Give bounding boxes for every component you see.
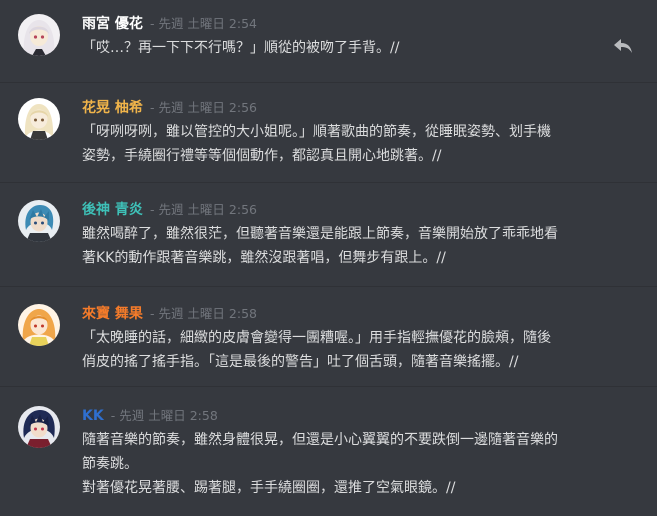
chat-message: 花晃 柚希 - 先週 土曜日 2:56 「呀咧呀咧，雖以管控的大小姐呢。」順著歌… xyxy=(0,98,657,168)
message-line: 俏皮的搖了搖手指。「這是最後的警告」吐了個舌頭，隨著音樂搖擺。// xyxy=(82,354,519,370)
message-content: 隨著音樂的節奏，雖然身體很晃，但還是小心翼翼的不要跌倒一邊隨著音樂的 節奏跳。 … xyxy=(82,428,642,500)
message-line: 「哎…？再一下下不行嗎？」順從的被吻了手背。// xyxy=(82,40,400,56)
divider xyxy=(0,82,657,83)
message-line: 對著優花晃著腰、踢著腿，手手繞圈圈，還推了空氣眼鏡。// xyxy=(82,480,456,496)
chat-message: 後神 青炎 - 先週 土曜日 2:56 雖然喝醉了，雖然很茫，但聽著音樂還是能跟… xyxy=(0,200,657,270)
message-line: 著KK的動作跟著音樂跳，雖然沒跟著唱，但舞步有跟上。// xyxy=(82,250,446,266)
divider xyxy=(0,182,657,183)
author-name[interactable]: 花晃 柚希 xyxy=(82,100,143,116)
avatar[interactable] xyxy=(18,98,60,140)
message-content: 「哎…？再一下下不行嗎？」順從的被吻了手背。// xyxy=(82,36,642,60)
author-name[interactable]: 來寶 舞果 xyxy=(82,306,143,322)
dark-hair-boy-avatar-icon xyxy=(18,406,60,448)
timestamp: - 先週 土曜日 2:54 xyxy=(149,16,257,31)
author-name[interactable]: 後神 青炎 xyxy=(82,202,143,218)
message-line: 雖然喝醉了，雖然很茫，但聽著音樂還是能跟上節奏，音樂開始放了乖乖地看 xyxy=(82,226,558,242)
message-content: 「太晚睡的話，細緻的皮膚會變得一團糟喔。」用手指輕撫優花的臉頰，隨後 俏皮的搖了… xyxy=(82,326,642,374)
avatar[interactable] xyxy=(18,406,60,448)
message-line: 「呀咧呀咧，雖以管控的大小姐呢。」順著歌曲的節奏，從睡眠姿勢、划手機 xyxy=(82,124,551,140)
white-hair-girl-avatar-icon xyxy=(18,14,60,56)
blonde-girl-avatar-icon xyxy=(18,98,60,140)
message-line: 姿勢，手繞圈行禮等等個個動作，都認真且開心地跳著。// xyxy=(82,148,442,164)
divider xyxy=(0,286,657,287)
chat-message: 來寶 舞果 - 先週 土曜日 2:58 「太晚睡的話，細緻的皮膚會變得一團糟喔。… xyxy=(0,304,657,374)
blue-hair-boy-avatar-icon xyxy=(18,200,60,242)
timestamp: - 先週 土曜日 2:58 xyxy=(110,408,218,423)
message-line: 「太晚睡的話，細緻的皮膚會變得一團糟喔。」用手指輕撫優花的臉頰，隨後 xyxy=(82,330,551,346)
chat-message: 雨宮 優花 - 先週 土曜日 2:54 「哎…？再一下下不行嗎？」順從的被吻了手… xyxy=(0,14,657,74)
chat-message: KK - 先週 土曜日 2:58 隨著音樂的節奏，雖然身體很晃，但還是小心翼翼的… xyxy=(0,406,657,506)
message-line: 節奏跳。 xyxy=(82,456,138,472)
author-name[interactable]: KK xyxy=(82,408,104,424)
timestamp: - 先週 土曜日 2:56 xyxy=(149,100,257,115)
message-line: 隨著音樂的節奏，雖然身體很晃，但還是小心翼翼的不要跌倒一邊隨著音樂的 xyxy=(82,432,558,448)
avatar[interactable] xyxy=(18,14,60,56)
avatar[interactable] xyxy=(18,200,60,242)
avatar[interactable] xyxy=(18,304,60,346)
message-content: 雖然喝醉了，雖然很茫，但聽著音樂還是能跟上節奏，音樂開始放了乖乖地看 著KK的動… xyxy=(82,222,642,270)
timestamp: - 先週 土曜日 2:58 xyxy=(149,306,257,321)
timestamp: - 先週 土曜日 2:56 xyxy=(149,202,257,217)
orange-hair-girl-avatar-icon xyxy=(18,304,60,346)
message-content: 「呀咧呀咧，雖以管控的大小姐呢。」順著歌曲的節奏，從睡眠姿勢、划手機 姿勢，手繞… xyxy=(82,120,642,168)
divider xyxy=(0,386,657,387)
author-name[interactable]: 雨宮 優花 xyxy=(82,16,143,32)
